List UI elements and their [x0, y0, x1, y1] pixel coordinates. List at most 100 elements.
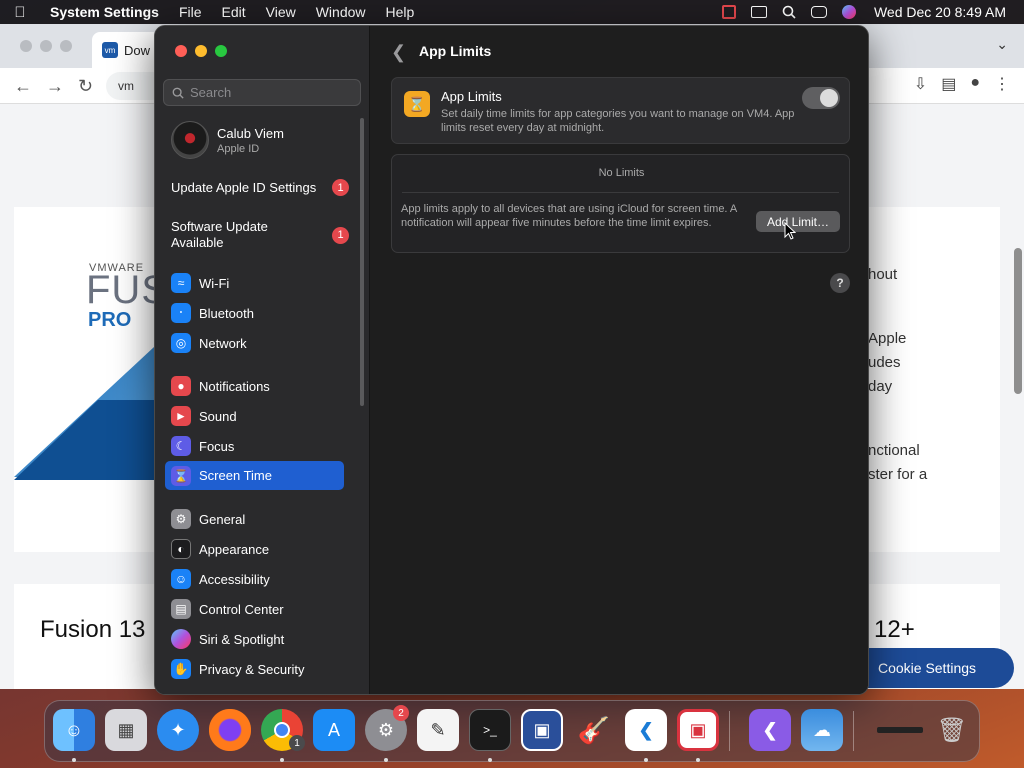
weather-icon[interactable]: ☁ — [801, 709, 843, 751]
menu-file[interactable]: File — [169, 4, 212, 20]
system-settings-window: Calub Viem Apple ID Update Apple ID Sett… — [154, 25, 869, 695]
search-input[interactable] — [190, 85, 350, 100]
launchpad-icon[interactable]: ▦ — [105, 709, 147, 751]
apple-id-account[interactable]: Calub Viem Apple ID — [171, 121, 284, 159]
trash-icon[interactable]: 🗑 — [931, 709, 973, 751]
menu-bar:  System Settings File Edit View Window … — [0, 0, 1024, 24]
sidebar-item-label: Sound — [199, 408, 237, 424]
sidebar-item-notifications[interactable]: ● Notifications — [165, 373, 345, 399]
vmware-fusion-icon[interactable]: ▣ — [521, 709, 563, 751]
apple-menu-icon[interactable]:  — [0, 4, 40, 21]
page-text-line: nctional — [868, 442, 920, 459]
sidebar-item-network[interactable]: ◎ Network — [165, 330, 345, 356]
menu-window[interactable]: Window — [306, 4, 376, 20]
sidebar-item-screen-time[interactable]: ⌛ Screen Time — [165, 461, 344, 490]
garageband-icon[interactable]: 🎸 — [573, 709, 615, 751]
browser-back-icon[interactable]: ← — [14, 76, 32, 97]
product-heading-right: 12+ — [874, 616, 915, 643]
parallels-status-icon[interactable] — [714, 0, 744, 24]
running-indicator — [280, 758, 284, 762]
panel-description: Set daily time limits for app categories… — [441, 108, 795, 134]
zoom-window-button[interactable] — [215, 45, 227, 57]
search-icon — [172, 87, 184, 99]
browser-reload-icon[interactable]: ↻ — [78, 76, 93, 97]
sidebar-item-focus[interactable]: ☾ Focus — [165, 433, 345, 459]
parallels-icon[interactable]: ▣ — [677, 709, 719, 751]
sidebar-item-label: Control Center — [199, 601, 284, 617]
running-indicator — [72, 758, 76, 762]
menu-edit[interactable]: Edit — [212, 4, 256, 20]
url-text: vm — [118, 79, 134, 93]
safari-icon[interactable]: ✦ — [157, 709, 199, 751]
update-apple-id-item[interactable]: Update Apple ID Settings 1 — [171, 179, 361, 196]
sidebar-item-bluetooth[interactable]: ᛫ Bluetooth — [165, 300, 345, 326]
help-button[interactable]: ? — [830, 273, 850, 293]
vscode-icon[interactable]: ❮ — [625, 709, 667, 751]
app-limits-panel: ⌛ App Limits Set daily time limits for a… — [391, 77, 850, 144]
sidebar-item-label: Notifications — [199, 378, 270, 394]
sidebar-item-label: Bluetooth — [199, 305, 254, 321]
browser-scrollbar[interactable] — [1014, 248, 1022, 394]
avatar — [171, 121, 209, 159]
speaker-icon: ► — [171, 406, 191, 426]
hourglass-icon: ⌛ — [404, 91, 430, 117]
sidebar-item-privacy-security[interactable]: ✋ Privacy & Security — [165, 656, 345, 682]
sidebar-item-label: Screen Time — [199, 468, 272, 483]
sidebar-item-label: Network — [199, 335, 247, 351]
close-window-button[interactable] — [175, 45, 187, 57]
sidebar-item-sound[interactable]: ► Sound — [165, 403, 345, 429]
control-center-icon[interactable] — [804, 0, 834, 24]
page-text-line: day — [868, 378, 893, 395]
download-icon[interactable]: ⇩ — [914, 74, 927, 94]
sidebar-item-general[interactable]: ⚙ General — [165, 506, 345, 532]
chrome-badge: 1 — [289, 735, 305, 751]
product-heading: Fusion 13 — [40, 616, 146, 643]
settings-detail-pane: ❮ App Limits ⌛ App Limits Set daily time… — [371, 26, 868, 694]
browser-traffic-lights[interactable] — [20, 40, 72, 52]
minimize-window-button[interactable] — [195, 45, 207, 57]
app-limits-toggle[interactable] — [802, 87, 840, 109]
menu-view[interactable]: View — [256, 4, 306, 20]
update-item-label: Software Update Available — [171, 219, 268, 250]
textedit-icon[interactable]: ✎ — [417, 709, 459, 751]
menu-help[interactable]: Help — [376, 4, 425, 20]
visual-studio-icon[interactable]: ❮ — [749, 709, 791, 751]
sidebar-search[interactable] — [163, 79, 361, 106]
siri-icon[interactable] — [834, 0, 864, 24]
gear-icon: ⚙ — [171, 509, 191, 529]
more-menu-icon[interactable]: ⋮ — [994, 74, 1010, 94]
sidebar-item-appearance[interactable]: ◐ Appearance — [165, 536, 345, 562]
page-text-line: ster for a — [868, 466, 928, 483]
finder-icon[interactable]: ☺ — [53, 709, 95, 751]
sidebar-item-control-center[interactable]: ▤ Control Center — [165, 596, 345, 622]
spotlight-search-icon[interactable] — [774, 0, 804, 24]
bell-icon: ● — [171, 376, 191, 396]
sidebar-item-siri-spotlight[interactable]: Siri & Spotlight — [165, 626, 345, 652]
profile-icon[interactable]: ● — [970, 74, 980, 94]
system-settings-badge: 2 — [393, 705, 409, 721]
empty-state-label: No Limits — [598, 167, 645, 179]
sidebar-item-label: Wi-Fi — [199, 275, 230, 291]
sidebar-item-accessibility[interactable]: ☺ Accessibility — [165, 566, 345, 592]
sidebar-toggle-icon[interactable]: ▤ — [941, 74, 956, 94]
screen-mirroring-icon[interactable] — [744, 0, 774, 24]
page-text-line: hout — [868, 266, 898, 283]
minimized-window-icon[interactable] — [875, 709, 925, 751]
sidebar-item-label: Focus — [199, 438, 235, 454]
software-update-item[interactable]: Software Update Available 1 — [171, 219, 361, 251]
browser-forward-icon[interactable]: → — [46, 76, 64, 97]
sidebar-item-wifi[interactable]: ≈ Wi-Fi — [165, 270, 345, 296]
appearance-icon: ◐ — [171, 539, 191, 559]
tab-list-chevron-icon[interactable]: ⌄ — [996, 36, 1008, 53]
sidebar-scrollbar[interactable] — [360, 118, 364, 406]
firefox-icon[interactable] — [209, 709, 251, 751]
back-chevron-icon[interactable]: ❮ — [391, 42, 406, 63]
dock-separator — [729, 711, 730, 751]
terminal-icon[interactable]: >_ — [469, 709, 511, 751]
hourglass-icon: ⌛ — [171, 465, 191, 486]
sidebar-item-label: Accessibility — [199, 571, 270, 587]
app-store-icon[interactable]: A — [313, 709, 355, 751]
menu-app-name[interactable]: System Settings — [40, 4, 169, 20]
add-limit-button[interactable]: Add Limit… — [756, 211, 840, 232]
menu-clock[interactable]: Wed Dec 20 8:49 AM — [864, 4, 1006, 20]
